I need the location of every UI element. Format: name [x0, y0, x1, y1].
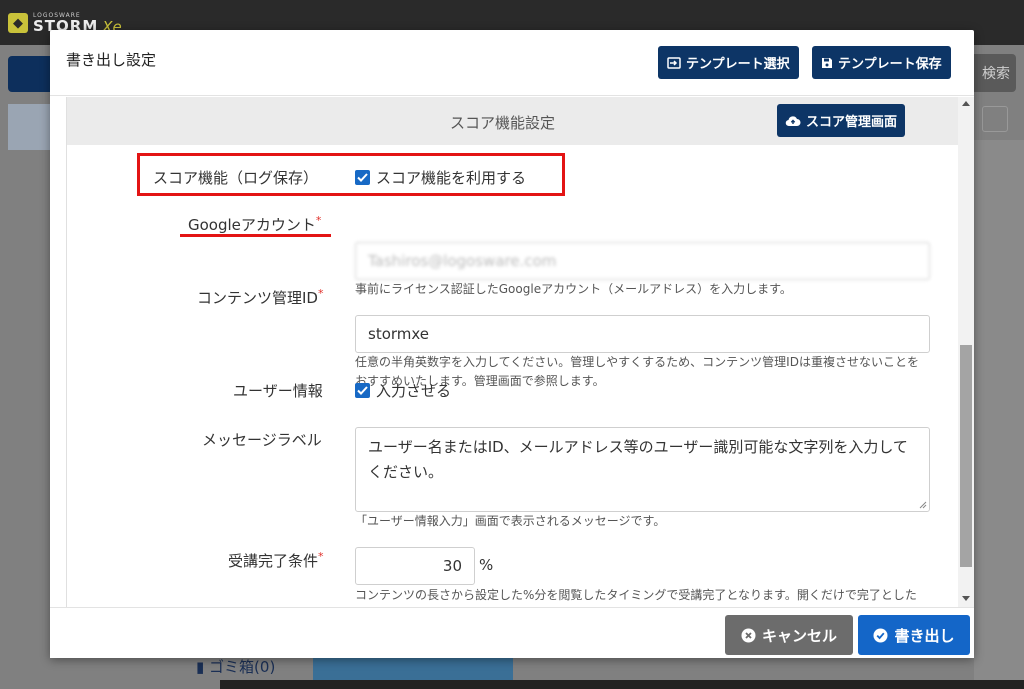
google-account-help: 事前にライセンス認証したGoogleアカウント（メールアドレス）を入力します。 — [355, 282, 792, 296]
score-management-label: スコア管理画面 — [806, 115, 898, 130]
score-section-title: スコア機能設定 — [450, 114, 556, 132]
export-settings-modal: 書き出し設定 テンプレート選択 テンプレート保存 スコア機能設定 スコア管理画面… — [50, 30, 974, 658]
scroll-up-arrow-icon[interactable] — [962, 101, 970, 106]
google-account-label-text: Googleアカウント — [188, 216, 316, 234]
message-label-help: 「ユーザー情報入力」画面で表示されるメッセージです。 — [355, 514, 666, 528]
template-save-button[interactable]: テンプレート保存 — [812, 46, 951, 79]
modal-header: 書き出し設定 テンプレート選択 テンプレート保存 — [50, 30, 974, 96]
message-label-value: ユーザー名またはID、メールアドレス等のユーザー識別可能な文字列を入力してくださ… — [368, 438, 908, 481]
google-account-input[interactable]: Tashiros@logosware.com — [355, 242, 930, 280]
completion-help: コンテンツの長さから設定した%分を閲覧したタイミングで受講完了となります。開くだ… — [355, 588, 917, 602]
bg-chevron-icon — [982, 106, 1008, 132]
required-mark: * — [317, 287, 324, 300]
check-circle-icon — [873, 628, 888, 642]
cancel-button[interactable]: キャンセル — [725, 615, 853, 655]
export-button[interactable]: 書き出し — [858, 615, 970, 655]
cancel-label: キャンセル — [761, 626, 837, 645]
template-import-icon — [667, 56, 681, 69]
required-mark: * — [315, 214, 322, 227]
modal-footer: キャンセル 書き出し — [50, 607, 974, 658]
content-id-label: コンテンツ管理ID* — [197, 287, 323, 308]
completion-label: 受講完了条件* — [228, 550, 324, 571]
export-label: 書き出し — [894, 626, 955, 645]
highlight-underline — [180, 234, 331, 237]
completion-label-text: 受講完了条件 — [228, 552, 319, 570]
bg-trash-label: ゴミ箱(0) — [209, 658, 276, 676]
message-label-label: メッセージラベル — [202, 431, 322, 449]
score-management-button[interactable]: スコア管理画面 — [777, 104, 906, 137]
cloud-upload-icon — [785, 115, 801, 126]
logo-mark-icon: ◆ — [8, 13, 28, 33]
trash-icon: ▮ — [196, 658, 205, 676]
google-account-label: Googleアカウント* — [188, 214, 321, 235]
modal-scrollbar[interactable] — [958, 97, 974, 607]
score-section-header: スコア機能設定 スコア管理画面 — [67, 97, 958, 145]
user-info-checkbox-label: 入力させる — [376, 382, 452, 400]
completion-percent-input[interactable]: 30 — [355, 547, 475, 585]
scroll-thumb[interactable] — [960, 345, 972, 567]
message-label-textarea[interactable]: ユーザー名またはID、メールアドレス等のユーザー識別可能な文字列を入力してくださ… — [355, 427, 930, 512]
content-id-value: stormxe — [368, 325, 430, 343]
bg-trash: ▮ ゴミ箱(0) — [196, 656, 275, 677]
bg-folder-item — [8, 104, 52, 150]
floppy-disk-icon — [822, 57, 832, 68]
google-account-value: Tashiros@logosware.com — [368, 252, 557, 270]
resize-grip-icon[interactable] — [919, 501, 927, 509]
template-select-button[interactable]: テンプレート選択 — [658, 46, 799, 79]
required-mark: * — [318, 550, 324, 563]
template-select-label: テンプレート選択 — [686, 57, 790, 72]
bg-add-button — [8, 56, 56, 92]
completion-value: 30 — [442, 557, 462, 575]
scroll-down-arrow-icon[interactable] — [962, 596, 970, 601]
checkbox-checked-icon[interactable] — [355, 383, 370, 398]
content-id-input[interactable]: stormxe — [355, 315, 930, 353]
os-taskbar — [220, 680, 1024, 689]
bg-right-panel — [974, 140, 1024, 680]
modal-body[interactable]: スコア機能設定 スコア管理画面 スコア機能（ログ保存） スコア機能を利用する G… — [66, 97, 958, 607]
template-save-label: テンプレート保存 — [838, 57, 942, 72]
user-info-label: ユーザー情報 — [233, 382, 323, 400]
close-circle-icon — [741, 628, 756, 642]
modal-title: 書き出し設定 — [66, 51, 157, 69]
bg-search-label: 検索 — [982, 66, 1010, 82]
percent-unit: % — [479, 556, 494, 574]
user-info-checkbox[interactable]: 入力させる — [355, 380, 451, 401]
highlight-box — [137, 153, 565, 196]
content-id-label-text: コンテンツ管理ID — [197, 289, 318, 307]
